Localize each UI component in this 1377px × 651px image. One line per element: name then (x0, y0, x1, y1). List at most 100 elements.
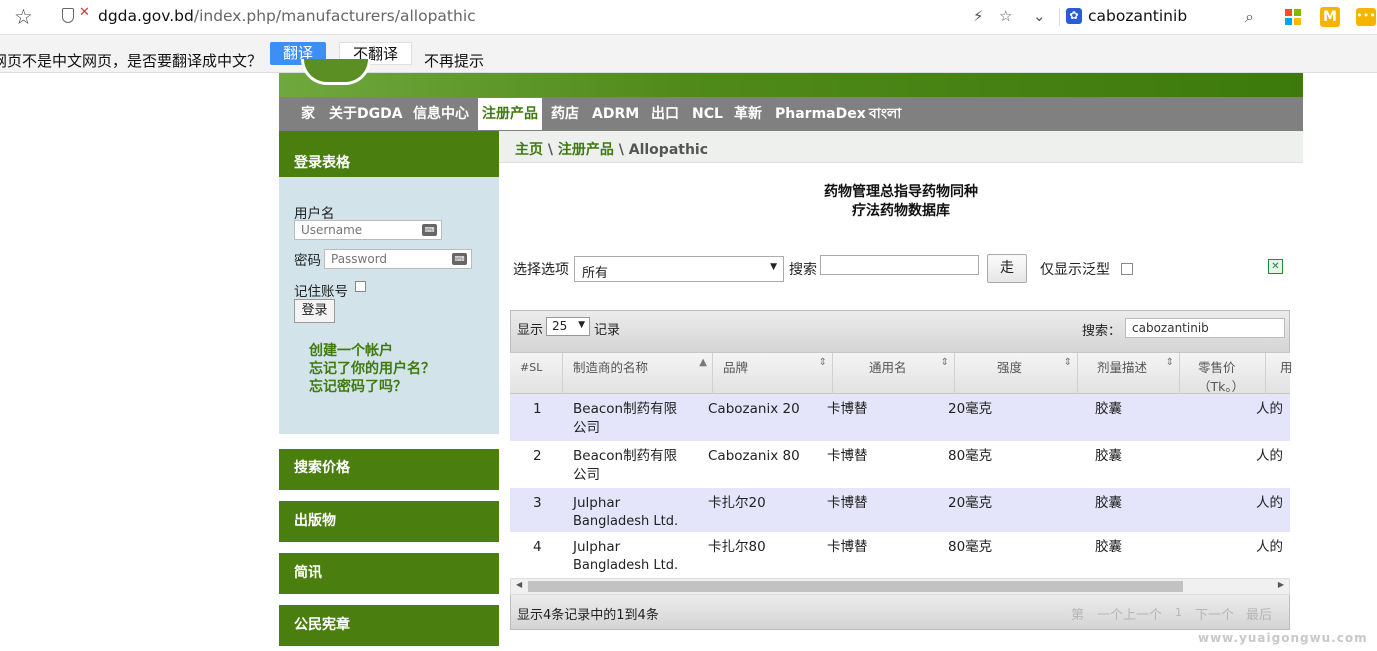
page-title-line1: 药物管理总指导药物同种 (824, 184, 978, 200)
generic-only-checkbox[interactable] (1121, 263, 1133, 275)
forgot-password-link[interactable]: 忘记密码了吗？ (309, 376, 407, 396)
remember-checkbox[interactable] (355, 281, 366, 292)
side-menu-citizen-charter[interactable]: 公民宪章 (279, 605, 499, 646)
apps-grid-icon[interactable] (1285, 9, 1301, 25)
table-row[interactable]: 4 Julphar Bangladesh Ltd. 卡扎尔80 卡博替 80毫克… (510, 532, 1290, 578)
breadcrumb-separator: \ (618, 142, 629, 158)
page-length-select[interactable]: 25 ▼ (546, 317, 590, 336)
col-brand[interactable]: 品牌 ⇕ (712, 353, 832, 395)
chat-extension-icon[interactable]: ••• (1356, 8, 1376, 26)
search-label: 搜索 (789, 262, 817, 278)
insecure-lock-icon[interactable]: ✕ (79, 5, 90, 20)
side-menu-price-search[interactable]: 搜索价格 (279, 449, 499, 490)
sort-icon: ⇕ (1165, 357, 1174, 368)
nav-item-export[interactable]: 出口 (648, 97, 682, 131)
main-nav: 家 关于DGDA 信息中心 注册产品 药店 ADRM 出口 NCL 革新 Pha… (279, 97, 1303, 131)
keyboard-icon[interactable]: ⌨ (422, 224, 437, 236)
lightning-icon[interactable]: ⚡ (973, 7, 984, 25)
excel-export-icon[interactable]: ✕ (1268, 259, 1283, 274)
scroll-left-icon[interactable]: ◀ (516, 580, 522, 589)
horizontal-scrollbar[interactable]: ◀ ▶ (510, 578, 1290, 595)
sort-icon: ⇕ (818, 357, 827, 368)
records-label: 记录 (594, 323, 621, 338)
breadcrumb-home[interactable]: 主页 (515, 142, 543, 158)
generic-only-label: 仅显示泛型 (1040, 262, 1110, 278)
login-panel: 登录表格 用户名 ⌨ 密码 ⌨ 记住账号 登录 创建一个帐户 忘记了你的用户名？… (279, 131, 499, 434)
nav-item-about[interactable]: 关于DGDA (326, 97, 406, 131)
data-table: 显示 25 ▼ 记录 搜索： cabozantinib #SL 制造商的名称 ▲ 品… (510, 310, 1293, 630)
dropdown-arrow-icon: ▼ (770, 262, 777, 272)
nav-item-adrm[interactable]: ADRM (589, 97, 642, 131)
breadcrumb-section[interactable]: 注册产品 (558, 142, 614, 158)
side-menu-publications[interactable]: 出版物 (279, 501, 499, 542)
nav-item-innovation[interactable]: 革新 (731, 97, 765, 131)
bookmark-star-icon[interactable]: ☆ (14, 5, 33, 29)
create-account-link[interactable]: 创建一个帐户 (309, 340, 393, 360)
scroll-right-icon[interactable]: ▶ (1278, 580, 1284, 589)
watermark: www.yuaigongwu.com (1198, 631, 1368, 645)
nav-item-ncl[interactable]: NCL (689, 97, 726, 131)
nav-item-pharmadex[interactable]: PharmaDex (772, 97, 869, 131)
table-toolbar: 显示 25 ▼ 记录 搜索： cabozantinib (510, 310, 1290, 352)
divider (1059, 8, 1060, 26)
nav-item-registered-products[interactable]: 注册产品 (478, 98, 542, 130)
sort-icon: ⇕ (940, 357, 949, 368)
sort-icon: ⇕ (1063, 357, 1072, 368)
login-button[interactable]: 登录 (294, 299, 335, 323)
col-manufacturer[interactable]: 制造商的名称 ▲ (562, 353, 712, 395)
show-label: 显示 (517, 323, 544, 338)
table-footer: 显示4条记录中的1到4条 第 一个上一个 1 下一个 最后 (510, 595, 1290, 630)
password-label: 密码 (294, 253, 321, 269)
table-row[interactable]: 3 Julphar Bangladesh Ltd. 卡扎尔20 卡博替 20毫克… (510, 488, 1290, 532)
table-search-input[interactable]: cabozantinib (1125, 318, 1285, 338)
favorite-star-icon[interactable]: ☆ (999, 7, 1012, 25)
address-field[interactable]: dgda.gov.bd/index.php/manufacturers/allo… (98, 7, 476, 25)
search-input[interactable] (820, 255, 979, 275)
side-menu-newsletter[interactable]: 简讯 (279, 553, 499, 594)
nav-item-info[interactable]: 信息中心 (410, 97, 472, 131)
password-input[interactable] (324, 249, 472, 269)
translate-message: 网页不是中文网页，是否要翻译成中文？ (0, 52, 263, 70)
dgda-logo (301, 59, 371, 85)
pager-last[interactable]: 最后 (1246, 604, 1272, 623)
col-strength[interactable]: 强度 ⇕ (954, 353, 1077, 395)
never-prompt-link[interactable]: 不再提示 (424, 50, 484, 71)
nav-item-bangla[interactable]: বাংলা (866, 97, 904, 131)
pager-first[interactable]: 第 (1071, 604, 1084, 623)
remember-label: 记住账号 (294, 284, 348, 300)
col-use[interactable]: 用 (1265, 353, 1293, 395)
keyboard-icon[interactable]: ⌨ (452, 253, 467, 265)
pager-previous[interactable]: 一个上一个 (1097, 604, 1162, 623)
translate-bar: 网页不是中文网页，是否要翻译成中文？ 翻译 不翻译 不再提示 (0, 35, 1377, 73)
scrollbar-thumb[interactable] (528, 581, 1183, 592)
breadcrumb: 主页 \ 注册产品 \ Allopathic (499, 131, 1303, 163)
breadcrumb-current: Allopathic (628, 142, 709, 158)
pager-page[interactable]: 1 (1175, 606, 1182, 619)
col-dosage[interactable]: 剂量描述 ⇕ (1077, 353, 1179, 395)
shield-icon[interactable] (62, 8, 74, 23)
option-select[interactable]: 所有 ▼ (574, 256, 784, 282)
pager-next[interactable]: 下一个 (1195, 604, 1234, 623)
table-row[interactable]: 2 Beacon制药有限 公司 Cabozanix 80 卡博替 80毫克 胶囊… (510, 441, 1290, 488)
go-button[interactable]: 走 (987, 254, 1027, 283)
baidu-paw-icon: ✿ (1066, 8, 1082, 24)
sort-asc-icon: ▲ (699, 357, 707, 368)
site-banner (279, 59, 1303, 97)
m-extension-icon[interactable]: M (1320, 7, 1340, 27)
forgot-username-link[interactable]: 忘记了你的用户名？ (309, 358, 435, 378)
browser-search-input[interactable]: cabozantinib (1088, 7, 1187, 25)
select-option-label: 选择选项 (513, 262, 569, 278)
nav-item-home[interactable]: 家 (298, 97, 318, 131)
chevron-down-icon[interactable]: ⌄ (1033, 7, 1046, 25)
browser-url-bar: ☆ ✕ dgda.gov.bd/index.php/manufacturers/… (0, 0, 1377, 35)
col-sl[interactable]: #SL (510, 353, 562, 395)
nav-item-pharmacy[interactable]: 药店 (548, 97, 582, 131)
table-search-label: 搜索： (1082, 324, 1122, 339)
username-input[interactable] (294, 220, 442, 240)
search-icon[interactable]: ⌕ (1245, 7, 1254, 27)
col-generic[interactable]: 通用名 ⇕ (832, 353, 954, 395)
table-row[interactable]: 1 Beacon制药有限 公司 Cabozanix 20 卡博替 20毫克 胶囊… (510, 394, 1290, 441)
page-title-line2: 疗法药物数据库 (852, 203, 950, 219)
dropdown-arrow-icon: ▼ (578, 320, 585, 330)
col-price[interactable]: 零售价 （Tk。） (1179, 353, 1265, 395)
